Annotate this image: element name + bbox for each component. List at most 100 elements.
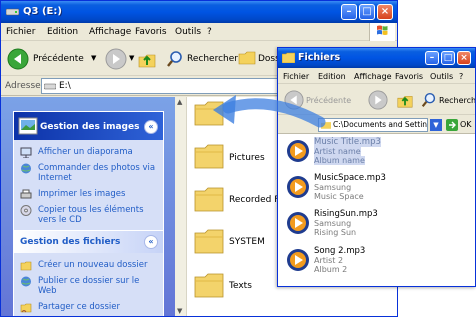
file-tasks-panel: Gestion des fichiers « Créer un nouveau … (13, 230, 164, 316)
song-album: Music Space (314, 192, 364, 201)
song-artist: Samsung (314, 183, 352, 192)
folder-name: Texts (229, 281, 252, 291)
menu-fichier[interactable]: Fichier (283, 72, 309, 81)
song-name: RisingSun.mp3 (314, 209, 378, 219)
image-tasks-header[interactable]: Gestion des images « (14, 112, 163, 140)
up-folder-icon[interactable] (137, 49, 157, 69)
forward-dropdown-icon[interactable]: ▼ (129, 54, 134, 62)
image-folder-icon (18, 117, 38, 135)
task-slideshow[interactable]: Afficher un diaporama (14, 144, 163, 160)
back-dropdown-icon[interactable]: ▼ (91, 54, 96, 62)
folder-icon (321, 122, 331, 129)
media-file-icon (287, 140, 309, 162)
song-artist: Artist name (314, 147, 361, 156)
back-label[interactable]: Précédente (33, 54, 84, 64)
task-label: Créer un nouveau dossier (38, 260, 148, 270)
minimize-button[interactable]: – (425, 51, 439, 65)
task-order-photos[interactable]: Commander des photos via Internet (14, 160, 163, 186)
song-artist: Artist 2 (314, 256, 344, 265)
maximize-button[interactable]: □ (441, 51, 455, 65)
task-label: Commander des photos via Internet (38, 163, 156, 183)
song-name: Song 2.mp3 (314, 246, 366, 256)
image-tasks-panel: Gestion des images « Afficher un diapora… (13, 111, 164, 233)
title-bar[interactable]: Fichiers – □ × (278, 48, 475, 68)
song-artist: Samsung (314, 219, 352, 228)
media-file-icon (287, 212, 309, 234)
song-name: Music Title.mp3 (314, 137, 381, 147)
forward-arrow-icon[interactable] (105, 48, 127, 70)
folder-icon (194, 101, 224, 126)
title-bar[interactable]: Q3 (E:) – □ × (1, 1, 397, 23)
menu-affichage[interactable]: Affichage (89, 27, 131, 37)
go-arrow-icon[interactable] (446, 119, 458, 131)
menu-help[interactable]: ? (207, 27, 212, 37)
folders-icon[interactable] (238, 50, 256, 66)
menu-help[interactable]: ? (459, 72, 463, 81)
back-arrow-icon[interactable] (284, 90, 304, 110)
menu-outils[interactable]: Outils (175, 27, 201, 37)
task-share-folder[interactable]: Partager ce dossier (14, 299, 163, 315)
slideshow-icon (20, 147, 32, 158)
forward-arrow-icon[interactable] (368, 90, 388, 110)
maximize-button[interactable]: □ (359, 4, 375, 20)
collapse-chevron-icon[interactable]: « (144, 120, 158, 134)
vertical-scrollbar[interactable]: ▲ ▼ (175, 97, 187, 316)
folder-icon (194, 144, 224, 169)
back-arrow-icon[interactable] (7, 48, 29, 70)
task-pane: Gestion des images « Afficher un diapora… (1, 97, 175, 316)
close-button[interactable]: × (457, 51, 471, 65)
song-album: Album name (314, 156, 365, 165)
folder-name: SYSTEM (229, 237, 265, 247)
menu-bar: Fichier Edition Affichage Favoris Outils… (278, 68, 475, 84)
song-album: Album 2 (314, 265, 348, 274)
task-label: Imprimer les images (38, 189, 126, 199)
minimize-button[interactable]: – (341, 4, 357, 20)
menu-edition[interactable]: Edition (47, 27, 78, 37)
window-title: Fichiers (298, 52, 341, 63)
scroll-up-icon[interactable]: ▲ (177, 98, 182, 106)
menu-affichage[interactable]: Affichage (354, 72, 392, 81)
task-new-folder[interactable]: Créer un nouveau dossier (14, 257, 163, 273)
close-button[interactable]: × (377, 4, 393, 20)
search-icon[interactable] (420, 91, 438, 109)
folder-icon (194, 273, 224, 298)
drive-icon (44, 83, 56, 90)
search-label[interactable]: Rechercher (187, 54, 238, 64)
song-item[interactable]: MusicSpace.mp3 Samsung Music Space (286, 173, 466, 207)
song-name: MusicSpace.mp3 (314, 173, 386, 183)
menu-fichier[interactable]: Fichier (6, 27, 35, 37)
song-item[interactable]: Song 2.mp3 Artist 2 Album 2 (286, 246, 466, 280)
song-item[interactable]: RisingSun.mp3 Samsung Rising Sun (286, 209, 466, 243)
task-label: Afficher un diaporama (38, 147, 133, 157)
collapse-chevron-icon[interactable]: « (144, 235, 158, 249)
printer-icon (20, 189, 32, 199)
file-tasks-title: Gestion des fichiers (20, 237, 121, 247)
address-value: E:\ (59, 81, 71, 91)
menu-favoris[interactable]: Favoris (135, 27, 167, 37)
file-tasks-header[interactable]: Gestion des fichiers « (14, 231, 163, 253)
search-label[interactable]: Rechercher (439, 96, 475, 105)
back-label[interactable]: Précédente (306, 96, 351, 105)
scroll-down-icon[interactable]: ▼ (177, 307, 182, 315)
folder-icon (194, 187, 224, 212)
new-folder-icon (20, 261, 32, 271)
globe-icon (21, 276, 31, 287)
up-folder-icon[interactable] (396, 91, 414, 109)
task-print-images[interactable]: Imprimer les images (14, 186, 163, 202)
drive-icon (6, 8, 19, 16)
task-copy-to-cd[interactable]: Copier tous les éléments vers le CD (14, 202, 163, 228)
task-label: Copier tous les éléments vers le CD (38, 205, 144, 225)
go-label[interactable]: OK (460, 120, 472, 129)
folder-name: Recorded F (229, 195, 280, 205)
menu-favoris[interactable]: Favoris (395, 72, 423, 81)
address-input[interactable]: C:\Documents and Settings\ (318, 118, 428, 132)
song-album: Rising Sun (314, 228, 357, 237)
folder-icon (282, 52, 295, 63)
task-publish-web[interactable]: Publier ce dossier sur le Web (14, 273, 163, 299)
song-item[interactable]: Music Title.mp3 Artist name Album name (286, 137, 466, 171)
menu-edition[interactable]: Edition (318, 72, 346, 81)
address-dropdown-icon[interactable]: ▼ (430, 119, 442, 131)
search-icon[interactable] (165, 49, 185, 69)
menu-outils[interactable]: Outils (430, 72, 453, 81)
task-label: Partager ce dossier (38, 302, 120, 312)
